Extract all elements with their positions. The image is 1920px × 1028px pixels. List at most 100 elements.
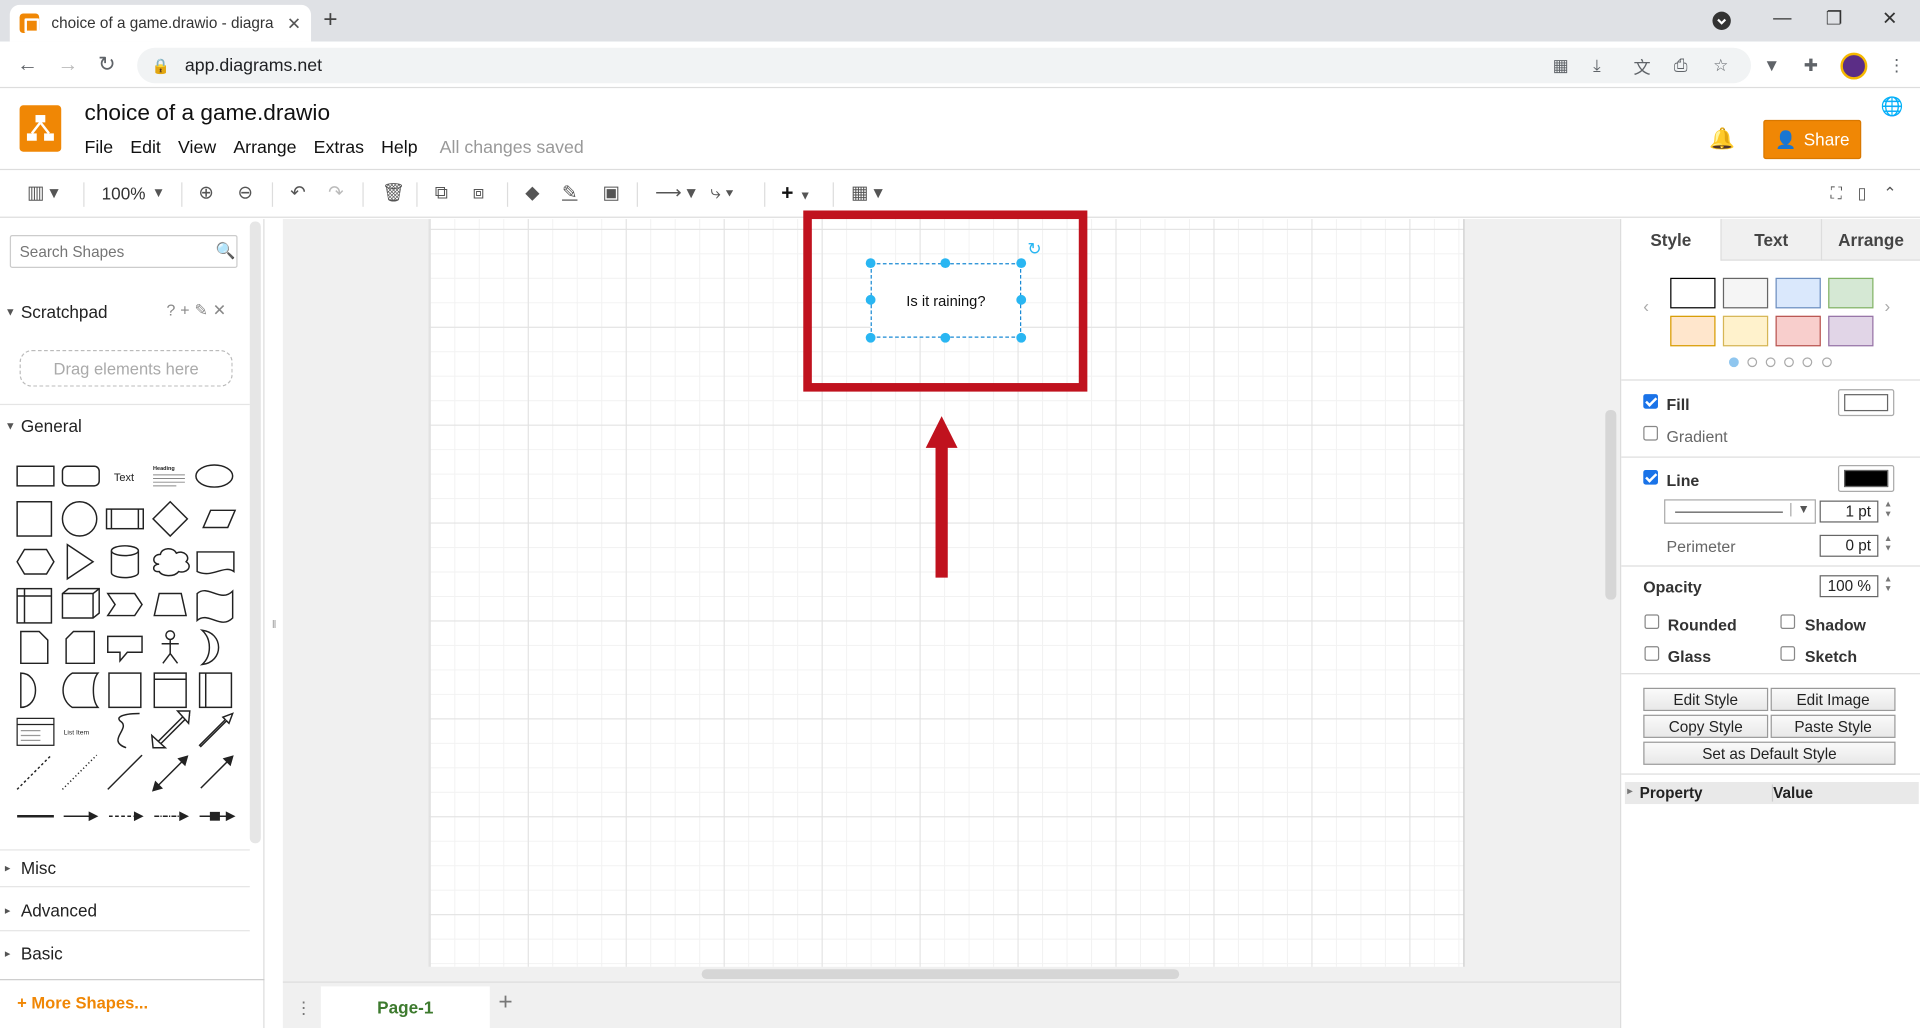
- style-swatch-7[interactable]: [1775, 315, 1821, 347]
- copy-style-button[interactable]: Copy Style: [1643, 714, 1769, 738]
- tab-style[interactable]: Style: [1620, 219, 1721, 261]
- style-swatch-4[interactable]: [1828, 277, 1874, 309]
- shape-cylinder[interactable]: [110, 545, 140, 579]
- shape-internal-storage[interactable]: [16, 587, 53, 624]
- shape-tape[interactable]: [196, 589, 234, 623]
- zoom-out-icon[interactable]: ⊖: [238, 182, 253, 204]
- edit-style-button[interactable]: Edit Style: [1643, 687, 1769, 712]
- menu-view[interactable]: View: [178, 138, 216, 158]
- to-back-icon[interactable]: ⧈: [473, 182, 485, 204]
- menu-arrange[interactable]: Arrange: [233, 138, 296, 158]
- zoom-level[interactable]: 100%: [102, 182, 146, 204]
- qr-code-icon[interactable]: ▦: [1553, 55, 1569, 76]
- diagram-filename[interactable]: choice of a game.drawio: [84, 99, 330, 126]
- waypoints-icon[interactable]: ⤷ ▾: [710, 182, 733, 204]
- language-globe-icon[interactable]: 🌐: [1881, 95, 1904, 118]
- url-omnibox[interactable]: 🔒 app.diagrams.net: [137, 47, 1752, 84]
- share-button[interactable]: 👤 Share: [1763, 119, 1862, 160]
- shape-step[interactable]: [106, 592, 143, 617]
- translate-icon[interactable]: 文: [1633, 55, 1650, 79]
- swatch-page-dot-4[interactable]: [1784, 357, 1794, 368]
- shape-bidirectional-connector[interactable]: [151, 755, 189, 792]
- menu-edit[interactable]: Edit: [130, 138, 161, 158]
- swatch-prev-icon[interactable]: ‹: [1643, 296, 1649, 316]
- style-swatch-2[interactable]: [1722, 277, 1769, 309]
- set-default-style-button[interactable]: Set as Default Style: [1643, 741, 1896, 765]
- connection-arrow-icon[interactable]: ⟶ ▾: [655, 182, 696, 204]
- fill-color-icon[interactable]: ◆: [525, 182, 539, 204]
- bookmark-star-icon[interactable]: ☆: [1713, 55, 1728, 76]
- shape-directional-connector[interactable]: [200, 755, 234, 789]
- shape-document[interactable]: [196, 551, 235, 575]
- collapse-header-icon[interactable]: ⌃: [1883, 182, 1896, 204]
- restore-window-icon[interactable]: ❐: [1826, 7, 1842, 30]
- save-page-icon[interactable]: ⎙: [1674, 55, 1688, 76]
- style-swatch-3[interactable]: [1775, 277, 1821, 309]
- swatch-page-dot-6[interactable]: [1822, 357, 1832, 368]
- scratchpad-actions-icon[interactable]: ?+✎✕: [167, 301, 231, 321]
- shape-list[interactable]: [16, 717, 55, 746]
- swatch-page-dot-3[interactable]: [1765, 357, 1776, 368]
- style-swatch-1[interactable]: [1670, 277, 1716, 309]
- shadow-checkbox[interactable]: [1780, 614, 1796, 630]
- redo-icon[interactable]: ↷: [328, 182, 343, 204]
- shape-callout[interactable]: [107, 635, 143, 663]
- extensions-puzzle-icon[interactable]: ✚: [1804, 55, 1818, 76]
- browser-tab[interactable]: choice of a game.drawio - diagra ✕: [9, 4, 312, 42]
- delete-trash-icon[interactable]: 🗑: [382, 182, 405, 204]
- sidebar-resize-handle-icon[interactable]: ‖: [272, 618, 277, 630]
- swatch-page-dot-5[interactable]: [1802, 357, 1813, 368]
- install-app-icon[interactable]: ⤓: [1593, 55, 1601, 76]
- general-header[interactable]: ▼ General: [0, 411, 250, 440]
- advanced-header[interactable]: ▸ Advanced: [0, 896, 250, 925]
- shape-labeled-connector[interactable]: [199, 811, 236, 822]
- shape-actor[interactable]: [161, 630, 179, 664]
- fill-checkbox[interactable]: [1643, 394, 1658, 409]
- fill-color-button[interactable]: [1837, 389, 1895, 417]
- reload-icon[interactable]: ↻: [98, 53, 115, 77]
- glass-checkbox[interactable]: [1644, 646, 1660, 661]
- menu-file[interactable]: File: [84, 138, 113, 158]
- back-arrow-icon[interactable]: ←: [17, 53, 38, 77]
- shape-dashed-connector[interactable]: [108, 811, 144, 822]
- swatch-page-dot-2[interactable]: [1747, 357, 1758, 368]
- menu-help[interactable]: Help: [381, 138, 418, 158]
- menu-extras[interactable]: Extras: [314, 138, 364, 158]
- search-shapes-field[interactable]: [9, 234, 238, 269]
- new-tab-button[interactable]: +: [323, 6, 337, 34]
- shape-stored-data[interactable]: [62, 672, 100, 709]
- shape-arrow[interactable]: [198, 712, 234, 748]
- tab-close-icon[interactable]: ✕: [287, 13, 301, 34]
- style-swatch-8[interactable]: [1828, 315, 1874, 347]
- table-icon[interactable]: ▦ ▾: [851, 182, 883, 204]
- more-shapes-link[interactable]: + More Shapes...: [17, 994, 148, 1012]
- expand-triangle-icon[interactable]: ▸: [1627, 786, 1632, 797]
- shape-container[interactable]: [108, 672, 142, 709]
- shape-delay[interactable]: [20, 672, 37, 709]
- shape-card[interactable]: [65, 630, 96, 665]
- line-color-button[interactable]: [1837, 465, 1895, 492]
- add-page-icon[interactable]: +: [498, 989, 512, 1017]
- notification-bell-icon[interactable]: 🔔: [1709, 127, 1735, 151]
- zoom-in-icon[interactable]: ⊕: [198, 182, 213, 204]
- format-panel-toggle-icon[interactable]: ▯: [1858, 182, 1867, 204]
- paste-style-button[interactable]: Paste Style: [1770, 714, 1896, 738]
- shape-square[interactable]: [16, 501, 53, 537]
- opacity-spinner-icon[interactable]: ▲ ▼: [1882, 575, 1894, 597]
- scratchpad-dropzone[interactable]: Drag elements here: [19, 350, 233, 387]
- shape-list-item[interactable]: List Item: [64, 729, 90, 736]
- shape-ellipse[interactable]: [195, 464, 234, 488]
- minimize-window-icon[interactable]: —: [1773, 7, 1791, 28]
- sketch-checkbox[interactable]: [1780, 646, 1796, 661]
- general-shapes-palette[interactable]: Text Heading List Item: [10, 456, 243, 835]
- extension-shield-icon[interactable]: ▼: [1763, 55, 1780, 75]
- shape-dotted-connector[interactable]: [154, 811, 189, 822]
- shape-dotted-line[interactable]: [61, 754, 98, 790]
- swatch-next-icon[interactable]: ›: [1885, 296, 1891, 316]
- canvas-vertical-scrollbar[interactable]: [1605, 409, 1617, 600]
- shape-triangle[interactable]: [66, 543, 95, 581]
- tab-search-icon[interactable]: [1712, 11, 1732, 35]
- shape-circle[interactable]: [61, 501, 98, 537]
- browser-menu-icon[interactable]: ⋮: [1888, 55, 1905, 76]
- insert-plus-icon[interactable]: + ▼: [781, 182, 811, 208]
